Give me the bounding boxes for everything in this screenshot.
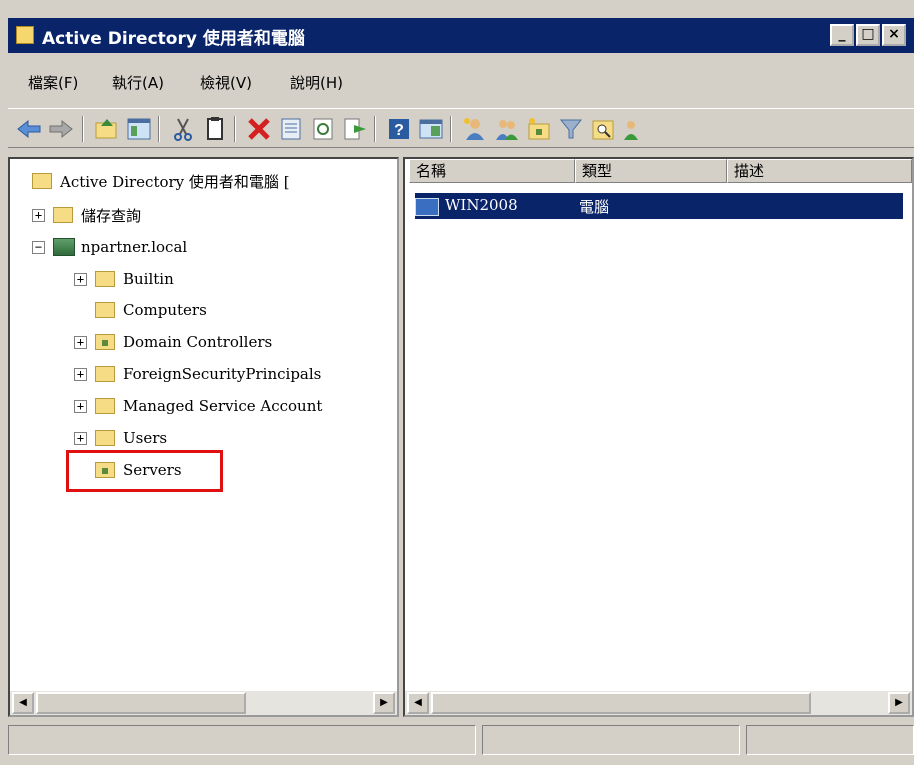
list-item-type: 電腦 (579, 198, 610, 216)
window-title: Active Directory 使用者和電腦 (42, 29, 305, 49)
folder-icon (95, 398, 115, 414)
tree-item-saved-queries[interactable]: + 儲存查詢 (32, 203, 141, 227)
tree-item-domain-controllers[interactable]: + Domain Controllers (74, 330, 272, 354)
tree-item-label: Users (123, 429, 168, 447)
expand-icon[interactable]: + (74, 431, 87, 445)
title-bar[interactable]: Active Directory 使用者和電腦 _ □ × (8, 18, 914, 53)
close-button[interactable]: × (882, 24, 906, 46)
menu-file[interactable]: 檔案(F) (28, 72, 78, 93)
add-to-group-icon[interactable] (622, 116, 648, 142)
scroll-right-button[interactable]: ▶ (888, 692, 910, 714)
expand-icon[interactable]: + (74, 335, 87, 349)
snapin-icon (32, 173, 52, 189)
new-ou-icon[interactable] (526, 116, 552, 142)
tree-item-label: Builtin (123, 270, 174, 288)
column-header-type[interactable]: 類型 (575, 159, 727, 183)
scroll-right-button[interactable]: ▶ (373, 692, 395, 714)
new-user-icon[interactable] (462, 116, 488, 142)
toolbar: ? (8, 108, 914, 148)
tree-horizontal-scrollbar[interactable]: ◀ ▶ (10, 691, 397, 715)
ou-folder-icon (95, 334, 115, 350)
toolbar-separator (374, 116, 376, 142)
refresh-icon[interactable] (310, 116, 336, 142)
folder-icon (95, 366, 115, 382)
scroll-thumb[interactable] (431, 692, 811, 714)
list-horizontal-scrollbar[interactable]: ◀ ▶ (405, 691, 912, 715)
tree-item-label: ForeignSecurityPrincipals (123, 365, 322, 383)
menu-action[interactable]: 執行(A) (112, 72, 164, 93)
menu-help[interactable]: 說明(H) (290, 72, 343, 93)
highlight-box (66, 450, 223, 492)
show-console-tree-icon[interactable] (126, 116, 152, 142)
expand-icon[interactable]: + (74, 367, 87, 381)
mmc-window: Active Directory 使用者和電腦 _ □ × 檔案(F) 執行(A… (0, 0, 914, 765)
computer-icon (415, 198, 439, 216)
tree-item-builtin[interactable]: + Builtin (74, 267, 174, 291)
tree-item-domain[interactable]: − npartner.local (32, 235, 187, 259)
show-action-pane-icon[interactable] (418, 116, 444, 142)
menu-view[interactable]: 檢視(V) (200, 72, 252, 93)
toolbar-separator (158, 116, 160, 142)
status-section (482, 725, 740, 755)
collapse-icon[interactable]: − (32, 240, 45, 254)
cut-icon[interactable] (170, 116, 196, 142)
menu-bar: 檔案(F) 執行(A) 檢視(V) 說明(H) (8, 62, 914, 100)
properties-icon[interactable] (278, 116, 304, 142)
column-header-description[interactable]: 描述 (727, 159, 912, 183)
tree-item-computers[interactable]: Computers (95, 298, 207, 322)
list-item-name: WIN2008 (445, 196, 518, 214)
delete-icon[interactable] (246, 116, 272, 142)
domain-icon (53, 238, 75, 256)
scroll-left-button[interactable]: ◀ (12, 692, 34, 714)
expand-icon[interactable]: + (74, 272, 87, 286)
list-item[interactable]: WIN2008 電腦 (415, 193, 903, 219)
up-folder-icon[interactable] (94, 116, 120, 142)
back-icon[interactable] (16, 116, 42, 142)
folder-icon (95, 271, 115, 287)
scroll-thumb[interactable] (36, 692, 246, 714)
export-list-icon[interactable] (342, 116, 368, 142)
scroll-left-button[interactable]: ◀ (407, 692, 429, 714)
app-icon (16, 26, 34, 44)
forward-icon[interactable] (48, 116, 74, 142)
toolbar-separator (450, 116, 452, 142)
expand-icon[interactable]: + (32, 208, 45, 222)
tree-item-label: Managed Service Account (123, 397, 323, 415)
status-section (746, 725, 914, 755)
tree-item-label: npartner.local (81, 238, 188, 256)
minimize-button[interactable]: _ (830, 24, 854, 46)
column-header-name[interactable]: 名稱 (409, 159, 575, 183)
help-icon[interactable]: ? (386, 116, 412, 142)
copy-icon[interactable] (202, 116, 228, 142)
tree-item-label: Domain Controllers (123, 333, 273, 351)
details-pane: 名稱 類型 描述 WIN2008 電腦 ◀ ▶ (403, 157, 914, 717)
tree-root-label: Active Directory 使用者和電腦 [ (60, 172, 290, 191)
tree-root[interactable]: Active Directory 使用者和電腦 [ (32, 169, 290, 193)
tree-item-users[interactable]: + Users (74, 426, 167, 450)
tree-item-managed-service-accounts[interactable]: + Managed Service Account (74, 394, 322, 418)
filter-icon[interactable] (558, 116, 584, 142)
tree-item-foreign-security-principals[interactable]: + ForeignSecurityPrincipals (74, 362, 321, 386)
folder-icon (95, 302, 115, 318)
console-tree-pane: Active Directory 使用者和電腦 [ + 儲存查詢 − npart… (8, 157, 399, 717)
expand-icon[interactable]: + (74, 399, 87, 413)
find-icon[interactable] (590, 116, 616, 142)
maximize-button[interactable]: □ (856, 24, 880, 46)
svg-text:?: ? (394, 122, 404, 139)
tree-item-label: 儲存查詢 (81, 206, 142, 225)
toolbar-separator (234, 116, 236, 142)
folder-icon (95, 430, 115, 446)
new-group-icon[interactable] (494, 116, 520, 142)
toolbar-separator (82, 116, 84, 142)
status-section (8, 725, 476, 755)
folder-icon (53, 207, 73, 223)
tree-item-label: Computers (123, 301, 207, 319)
